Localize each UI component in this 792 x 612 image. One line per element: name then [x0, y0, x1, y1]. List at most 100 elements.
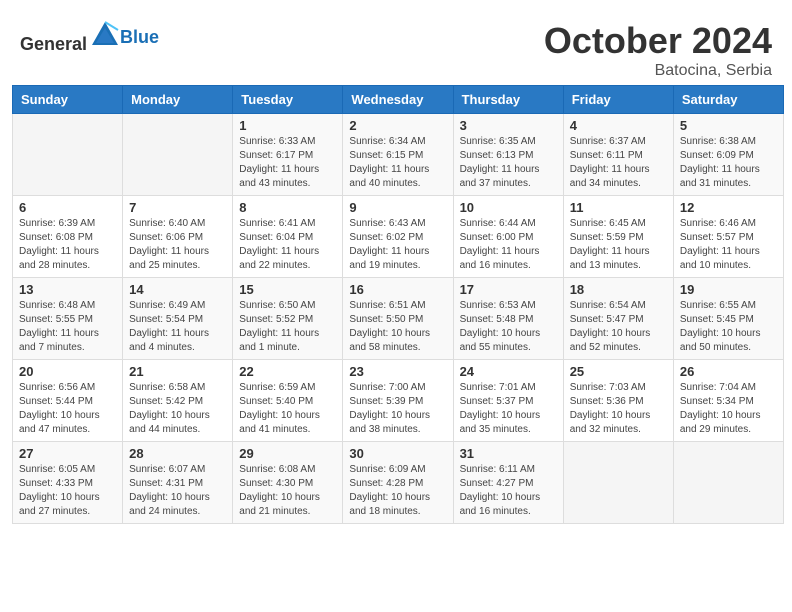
calendar-cell — [123, 114, 233, 196]
day-info: Sunrise: 6:53 AM Sunset: 5:48 PM Dayligh… — [460, 299, 557, 355]
weekday-header-wednesday: Wednesday — [343, 86, 453, 114]
day-number: 28 — [129, 446, 226, 461]
day-number: 27 — [19, 446, 116, 461]
weekday-header-saturday: Saturday — [673, 86, 783, 114]
day-number: 11 — [570, 200, 667, 215]
day-info: Sunrise: 7:01 AM Sunset: 5:37 PM Dayligh… — [460, 381, 557, 437]
calendar-cell — [13, 114, 123, 196]
title-area: October 2024 Batocina, Serbia — [544, 20, 772, 80]
day-info: Sunrise: 6:41 AM Sunset: 6:04 PM Dayligh… — [239, 217, 336, 273]
calendar-cell: 9 Sunrise: 6:43 AM Sunset: 6:02 PM Daylig… — [343, 196, 453, 278]
day-number: 3 — [460, 118, 557, 133]
day-number: 2 — [349, 118, 446, 133]
day-number: 17 — [460, 282, 557, 297]
day-info: Sunrise: 6:56 AM Sunset: 5:44 PM Dayligh… — [19, 381, 116, 437]
calendar-cell: 7 Sunrise: 6:40 AM Sunset: 6:06 PM Daylig… — [123, 196, 233, 278]
day-info: Sunrise: 7:00 AM Sunset: 5:39 PM Dayligh… — [349, 381, 446, 437]
day-number: 23 — [349, 364, 446, 379]
calendar-cell: 25 Sunrise: 7:03 AM Sunset: 5:36 PM Dayli… — [563, 360, 673, 442]
day-number: 26 — [680, 364, 777, 379]
calendar-cell: 24Sunrise: 7:01 AM Sunset: 5:37 PM Dayli… — [453, 360, 563, 442]
day-number: 29 — [239, 446, 336, 461]
calendar-cell — [563, 442, 673, 524]
day-info: Sunrise: 6:40 AM Sunset: 6:06 PM Dayligh… — [129, 217, 226, 273]
day-number: 21 — [129, 364, 226, 379]
day-number: 5 — [680, 118, 777, 133]
weekday-header-tuesday: Tuesday — [233, 86, 343, 114]
day-number: 7 — [129, 200, 226, 215]
calendar-cell: 31Sunrise: 6:11 AM Sunset: 4:27 PM Dayli… — [453, 442, 563, 524]
month-title: October 2024 — [544, 20, 772, 62]
calendar-cell: 20Sunrise: 6:56 AM Sunset: 5:44 PM Dayli… — [13, 360, 123, 442]
day-info: Sunrise: 6:07 AM Sunset: 4:31 PM Dayligh… — [129, 463, 226, 519]
day-number: 6 — [19, 200, 116, 215]
calendar-cell: 15 Sunrise: 6:50 AM Sunset: 5:52 PM Dayli… — [233, 278, 343, 360]
calendar-cell: 2Sunrise: 6:34 AM Sunset: 6:15 PM Daylig… — [343, 114, 453, 196]
calendar-cell: 28 Sunrise: 6:07 AM Sunset: 4:31 PM Dayli… — [123, 442, 233, 524]
day-info: Sunrise: 6:35 AM Sunset: 6:13 PM Dayligh… — [460, 135, 557, 191]
calendar-cell: 6 Sunrise: 6:39 AM Sunset: 6:08 PM Daylig… — [13, 196, 123, 278]
location-title: Batocina, Serbia — [544, 62, 772, 80]
day-number: 13 — [19, 282, 116, 297]
page-header: General Blue October 2024 Batocina, Serb… — [10, 10, 782, 85]
day-info: Sunrise: 6:44 AM Sunset: 6:00 PM Dayligh… — [460, 217, 557, 273]
calendar-week-1: 1 Sunrise: 6:33 AM Sunset: 6:17 PM Daylig… — [13, 114, 784, 196]
logo: General Blue — [20, 20, 159, 55]
day-info: Sunrise: 6:43 AM Sunset: 6:02 PM Dayligh… — [349, 217, 446, 273]
day-number: 9 — [349, 200, 446, 215]
day-info: Sunrise: 6:48 AM Sunset: 5:55 PM Dayligh… — [19, 299, 116, 355]
calendar-cell: 29 Sunrise: 6:08 AM Sunset: 4:30 PM Dayli… — [233, 442, 343, 524]
calendar-cell: 17 Sunrise: 6:53 AM Sunset: 5:48 PM Dayli… — [453, 278, 563, 360]
day-info: Sunrise: 6:46 AM Sunset: 5:57 PM Dayligh… — [680, 217, 777, 273]
day-info: Sunrise: 6:59 AM Sunset: 5:40 PM Dayligh… — [239, 381, 336, 437]
day-number: 15 — [239, 282, 336, 297]
logo-blue: Blue — [120, 27, 159, 47]
day-info: Sunrise: 6:58 AM Sunset: 5:42 PM Dayligh… — [129, 381, 226, 437]
calendar-cell: 16Sunrise: 6:51 AM Sunset: 5:50 PM Dayli… — [343, 278, 453, 360]
calendar-cell — [673, 442, 783, 524]
day-number: 16 — [349, 282, 446, 297]
day-number: 10 — [460, 200, 557, 215]
logo-icon — [90, 20, 120, 50]
calendar-cell: 30Sunrise: 6:09 AM Sunset: 4:28 PM Dayli… — [343, 442, 453, 524]
calendar-table: SundayMondayTuesdayWednesdayThursdayFrid… — [12, 85, 784, 524]
calendar-cell: 8 Sunrise: 6:41 AM Sunset: 6:04 PM Daylig… — [233, 196, 343, 278]
calendar-week-2: 6 Sunrise: 6:39 AM Sunset: 6:08 PM Daylig… — [13, 196, 784, 278]
day-info: Sunrise: 6:45 AM Sunset: 5:59 PM Dayligh… — [570, 217, 667, 273]
day-number: 14 — [129, 282, 226, 297]
day-info: Sunrise: 6:11 AM Sunset: 4:27 PM Dayligh… — [460, 463, 557, 519]
calendar-cell: 12Sunrise: 6:46 AM Sunset: 5:57 PM Dayli… — [673, 196, 783, 278]
calendar-cell: 5 Sunrise: 6:38 AM Sunset: 6:09 PM Daylig… — [673, 114, 783, 196]
weekday-header-thursday: Thursday — [453, 86, 563, 114]
calendar-cell: 27 Sunrise: 6:05 AM Sunset: 4:33 PM Dayli… — [13, 442, 123, 524]
calendar-week-5: 27 Sunrise: 6:05 AM Sunset: 4:33 PM Dayli… — [13, 442, 784, 524]
day-number: 19 — [680, 282, 777, 297]
calendar-cell: 4Sunrise: 6:37 AM Sunset: 6:11 PM Daylig… — [563, 114, 673, 196]
day-info: Sunrise: 6:37 AM Sunset: 6:11 PM Dayligh… — [570, 135, 667, 191]
calendar-cell: 10 Sunrise: 6:44 AM Sunset: 6:00 PM Dayli… — [453, 196, 563, 278]
day-info: Sunrise: 6:39 AM Sunset: 6:08 PM Dayligh… — [19, 217, 116, 273]
calendar-cell: 13 Sunrise: 6:48 AM Sunset: 5:55 PM Dayli… — [13, 278, 123, 360]
day-info: Sunrise: 6:09 AM Sunset: 4:28 PM Dayligh… — [349, 463, 446, 519]
weekday-header-friday: Friday — [563, 86, 673, 114]
day-info: Sunrise: 7:03 AM Sunset: 5:36 PM Dayligh… — [570, 381, 667, 437]
day-info: Sunrise: 6:08 AM Sunset: 4:30 PM Dayligh… — [239, 463, 336, 519]
weekday-header-monday: Monday — [123, 86, 233, 114]
weekday-header-row: SundayMondayTuesdayWednesdayThursdayFrid… — [13, 86, 784, 114]
calendar-cell: 1 Sunrise: 6:33 AM Sunset: 6:17 PM Daylig… — [233, 114, 343, 196]
day-number: 25 — [570, 364, 667, 379]
day-number: 18 — [570, 282, 667, 297]
day-info: Sunrise: 6:05 AM Sunset: 4:33 PM Dayligh… — [19, 463, 116, 519]
calendar-cell: 11 Sunrise: 6:45 AM Sunset: 5:59 PM Dayli… — [563, 196, 673, 278]
calendar-cell: 22Sunrise: 6:59 AM Sunset: 5:40 PM Dayli… — [233, 360, 343, 442]
day-info: Sunrise: 6:55 AM Sunset: 5:45 PM Dayligh… — [680, 299, 777, 355]
calendar-cell: 3 Sunrise: 6:35 AM Sunset: 6:13 PM Daylig… — [453, 114, 563, 196]
day-info: Sunrise: 7:04 AM Sunset: 5:34 PM Dayligh… — [680, 381, 777, 437]
logo-general: General — [20, 34, 87, 54]
day-info: Sunrise: 6:38 AM Sunset: 6:09 PM Dayligh… — [680, 135, 777, 191]
day-info: Sunrise: 6:50 AM Sunset: 5:52 PM Dayligh… — [239, 299, 336, 355]
day-number: 8 — [239, 200, 336, 215]
calendar-week-3: 13 Sunrise: 6:48 AM Sunset: 5:55 PM Dayli… — [13, 278, 784, 360]
day-number: 1 — [239, 118, 336, 133]
day-info: Sunrise: 6:33 AM Sunset: 6:17 PM Dayligh… — [239, 135, 336, 191]
